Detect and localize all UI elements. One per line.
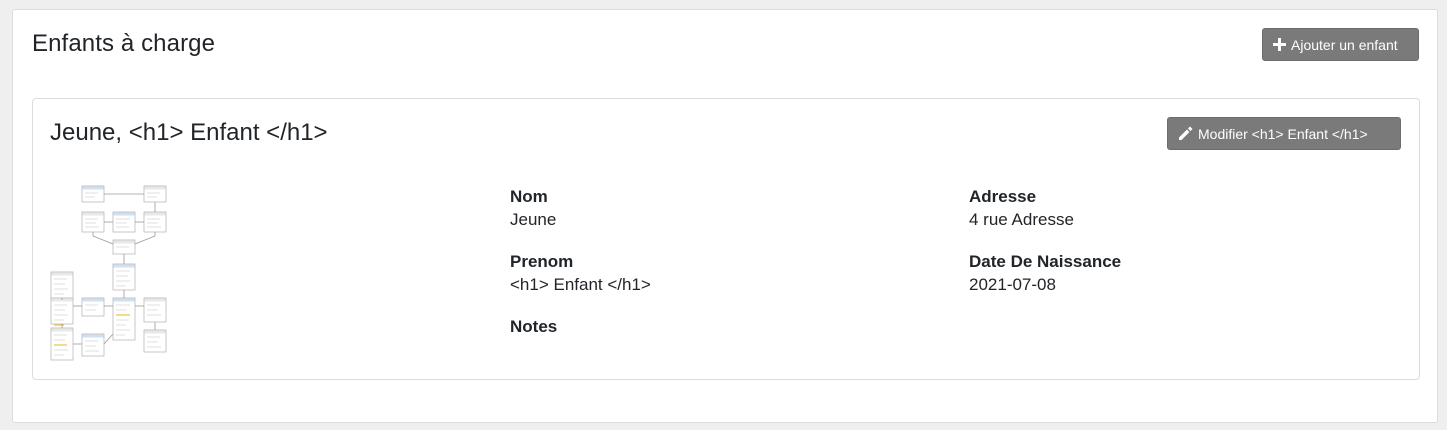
child-card: Jeune, <h1> Enfant </h1> Modifier <h1> E…	[32, 98, 1420, 380]
add-child-button-label: Ajouter un enfant	[1291, 36, 1398, 53]
field-date-naissance-label: Date De Naissance	[969, 252, 1122, 271]
add-child-button[interactable]: Ajouter un enfant	[1262, 28, 1419, 61]
field-adresse-label: Adresse	[969, 187, 1037, 206]
field-adresse: Adresse 4 rue Adresse	[969, 186, 1074, 232]
pencil-icon	[1179, 126, 1193, 140]
field-notes: Notes	[510, 316, 557, 338]
field-nom: Nom Jeune	[510, 186, 556, 232]
edit-child-button[interactable]: Modifier <h1> Enfant </h1>	[1167, 117, 1401, 150]
page-title: Enfants à charge	[32, 30, 216, 57]
field-nom-label: Nom	[510, 187, 548, 206]
field-prenom-value: <h1> Enfant </h1>	[510, 275, 651, 294]
edit-child-button-label: Modifier <h1> Enfant </h1>	[1198, 125, 1368, 142]
dependents-panel: Enfants à charge Ajouter un enfant Jeune…	[12, 9, 1438, 423]
field-adresse-value: 4 rue Adresse	[969, 210, 1074, 229]
child-title: Jeune, <h1> Enfant </h1>	[50, 119, 328, 146]
field-prenom-label: Prenom	[510, 252, 574, 271]
field-date-naissance-value: 2021-07-08	[969, 275, 1056, 294]
field-nom-value: Jeune	[510, 210, 557, 229]
field-notes-label: Notes	[510, 317, 558, 336]
field-date-naissance: Date De Naissance 2021-07-08	[969, 251, 1121, 297]
field-prenom: Prenom <h1> Enfant </h1>	[510, 251, 651, 297]
diagram-thumbnail-icon	[50, 185, 167, 361]
plus-icon	[1273, 38, 1286, 51]
